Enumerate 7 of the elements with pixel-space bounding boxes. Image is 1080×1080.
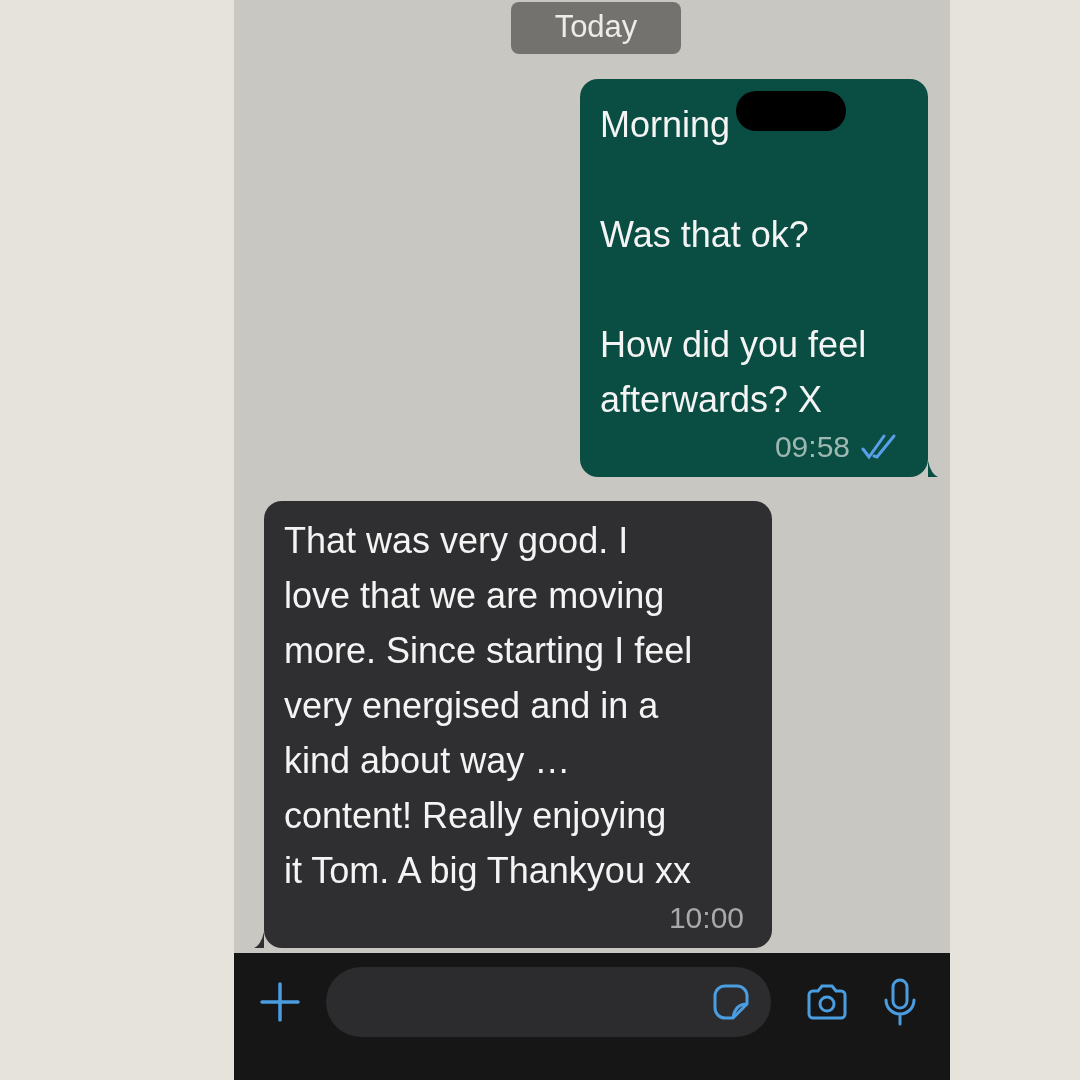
message-text: Was that ok? <box>600 213 810 257</box>
message-text: That was very good. I love that we are moving more. Since starting I feel very energised and in a kind about way … content! Really enjoying it Tom. A big Thankyou xx <box>284 519 694 893</box>
message-text: Morning <box>600 91 900 152</box>
message-time: 10:00 <box>668 900 744 936</box>
message-text: How did you feel afterwards? X <box>600 323 868 422</box>
message-time: 09:58 <box>774 429 850 465</box>
sticker-icon[interactable] <box>713 984 749 1020</box>
